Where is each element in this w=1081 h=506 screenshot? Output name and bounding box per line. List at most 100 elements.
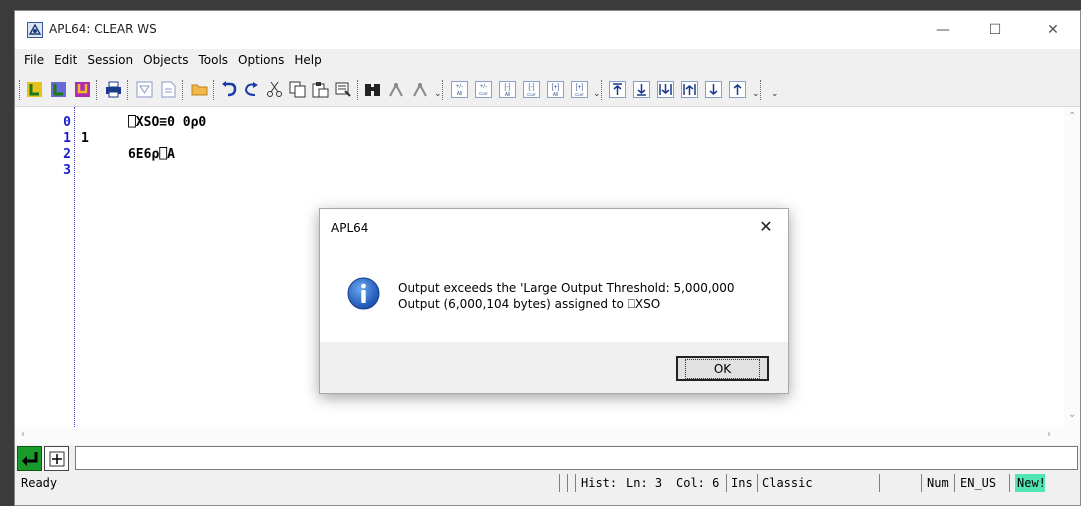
line-number: 2 xyxy=(63,147,71,162)
toolbar-overflow-icon[interactable]: ⌄ xyxy=(752,87,760,99)
add-line-button[interactable] xyxy=(44,446,69,471)
line-number: 3 xyxy=(63,163,71,178)
vertical-scrollbar[interactable]: ⌃ ⌄ xyxy=(1064,107,1080,427)
svg-text:[-]: [-] xyxy=(504,84,510,91)
svg-text:All: All xyxy=(457,91,463,97)
status-divider xyxy=(575,474,576,492)
message-dialog: APL64 ✕ Output exceeds the 'Large Output… xyxy=(319,208,789,394)
menu-edit[interactable]: Edit xyxy=(49,53,82,67)
status-divider xyxy=(567,474,568,492)
print-icon[interactable] xyxy=(105,81,122,98)
new-icon[interactable] xyxy=(26,81,43,98)
save-icon[interactable] xyxy=(74,81,91,98)
ok-button[interactable]: OK xyxy=(676,356,769,381)
menu-objects[interactable]: Objects xyxy=(138,53,193,67)
svg-text:Curr: Curr xyxy=(575,92,584,97)
close-window-button[interactable]: ✕ xyxy=(1030,11,1076,49)
move-down-icon[interactable] xyxy=(657,81,674,98)
dialog-body: APL64 ✕ Output exceeds the 'Large Output… xyxy=(320,209,788,342)
scroll-left-icon[interactable]: ‹ xyxy=(21,429,25,440)
filter-icon[interactable] xyxy=(136,81,153,98)
dialog-close-button[interactable]: ✕ xyxy=(752,214,780,238)
toolbar-overflow-icon[interactable]: ⌄ xyxy=(593,87,601,99)
find-previous-icon[interactable] xyxy=(388,81,405,98)
status-divider xyxy=(921,474,922,492)
title-bar[interactable]: APL64: CLEAR WS — ☐ ✕ xyxy=(15,11,1080,49)
toolbar-separator xyxy=(442,80,444,100)
fold-current-icon[interactable]: +/-Curr xyxy=(475,81,492,98)
scroll-up-icon[interactable]: ⌃ xyxy=(1068,111,1076,122)
toolbar-separator xyxy=(96,80,98,100)
line-number-gutter: 0 1 2 3 xyxy=(15,107,75,427)
minimize-button[interactable]: — xyxy=(920,11,966,49)
expand-current-icon[interactable]: [+]Curr xyxy=(571,81,588,98)
toolbar-overflow-icon[interactable]: ⌄ xyxy=(434,87,442,99)
status-bar: Ready Hist: Ln: 3 Col: 6 Ins Classic Num… xyxy=(15,472,1080,494)
paste-special-icon[interactable] xyxy=(335,81,352,98)
expand-all-icon[interactable]: [+]All xyxy=(547,81,564,98)
menu-help[interactable]: Help xyxy=(289,53,326,67)
scroll-right-icon[interactable]: › xyxy=(1047,429,1051,440)
scroll-down-icon[interactable]: ⌄ xyxy=(1068,409,1076,420)
status-divider xyxy=(757,474,758,492)
session-line[interactable]: ⎕XSO≡0 0⍴0 xyxy=(81,115,206,131)
dialog-message-line1: Output exceeds the 'Large Output Thresho… xyxy=(398,281,735,295)
collapse-current-icon[interactable]: [-]Curr xyxy=(523,81,540,98)
info-icon xyxy=(347,277,380,310)
menu-session[interactable]: Session xyxy=(82,53,138,67)
status-numlock: Num xyxy=(927,476,949,490)
collapse-all-icon[interactable]: [-]All xyxy=(499,81,516,98)
maximize-button[interactable]: ☐ xyxy=(972,11,1018,49)
toolbar-separator xyxy=(760,80,762,100)
session-line[interactable]: 6E6⍴⎕A xyxy=(81,147,175,163)
status-divider xyxy=(1009,474,1010,492)
find-icon[interactable] xyxy=(364,81,381,98)
menu-options[interactable]: Options xyxy=(233,53,289,67)
svg-text:Curr: Curr xyxy=(479,91,488,96)
move-top-icon[interactable] xyxy=(609,81,626,98)
ok-button-label: OK xyxy=(684,358,761,379)
apl64-logo-icon xyxy=(27,22,43,38)
menu-tools[interactable]: Tools xyxy=(193,53,233,67)
cut-icon[interactable] xyxy=(266,81,283,98)
command-input[interactable] xyxy=(75,446,1078,470)
line-number: 0 xyxy=(63,115,71,130)
status-divider xyxy=(954,474,955,492)
toolbar-separator xyxy=(127,80,129,100)
new-badge[interactable]: New! xyxy=(1015,474,1046,492)
document-icon[interactable] xyxy=(160,81,177,98)
undo-icon[interactable] xyxy=(220,81,237,98)
menu-file[interactable]: File xyxy=(19,53,49,67)
execute-button[interactable] xyxy=(17,446,42,471)
horizontal-scrollbar[interactable]: ‹ › xyxy=(15,427,1080,445)
svg-text:+/-: +/- xyxy=(456,84,463,90)
status-text: Ready xyxy=(21,476,58,490)
status-divider xyxy=(879,474,880,492)
toolbar-grip[interactable] xyxy=(19,80,21,100)
arrow-up-icon[interactable] xyxy=(729,81,746,98)
toolbar-separator xyxy=(601,80,603,100)
svg-text:+/-: +/- xyxy=(480,84,487,90)
toolbar-chevron-icon[interactable]: ⌄ xyxy=(771,87,779,99)
copy-icon[interactable] xyxy=(289,81,306,98)
svg-text:[+]: [+] xyxy=(552,84,560,91)
redo-icon[interactable] xyxy=(243,81,260,98)
move-bottom-icon[interactable] xyxy=(633,81,650,98)
toolbar: ⌄ +/- All +/- Curr [-] All [-] Curr [+] All [… xyxy=(15,71,1080,107)
status-column: Col: 6 xyxy=(676,476,720,490)
paste-icon[interactable] xyxy=(312,81,329,98)
session-line[interactable]: 1 xyxy=(81,131,89,147)
status-locale: EN_US xyxy=(960,476,997,490)
open-icon[interactable] xyxy=(50,81,67,98)
plus-icon xyxy=(49,451,64,466)
find-next-icon[interactable] xyxy=(412,81,429,98)
dialog-title: APL64 xyxy=(331,221,369,235)
folder-icon[interactable] xyxy=(191,81,208,98)
menu-bar: File Edit Session Objects Tools Options … xyxy=(15,49,1080,71)
fold-all-icon[interactable]: +/-All xyxy=(451,81,468,98)
svg-text:[+]: [+] xyxy=(576,84,584,91)
line-number: 1 xyxy=(63,131,71,146)
svg-text:All: All xyxy=(505,92,511,98)
move-up-icon[interactable] xyxy=(681,81,698,98)
arrow-down-icon[interactable] xyxy=(705,81,722,98)
